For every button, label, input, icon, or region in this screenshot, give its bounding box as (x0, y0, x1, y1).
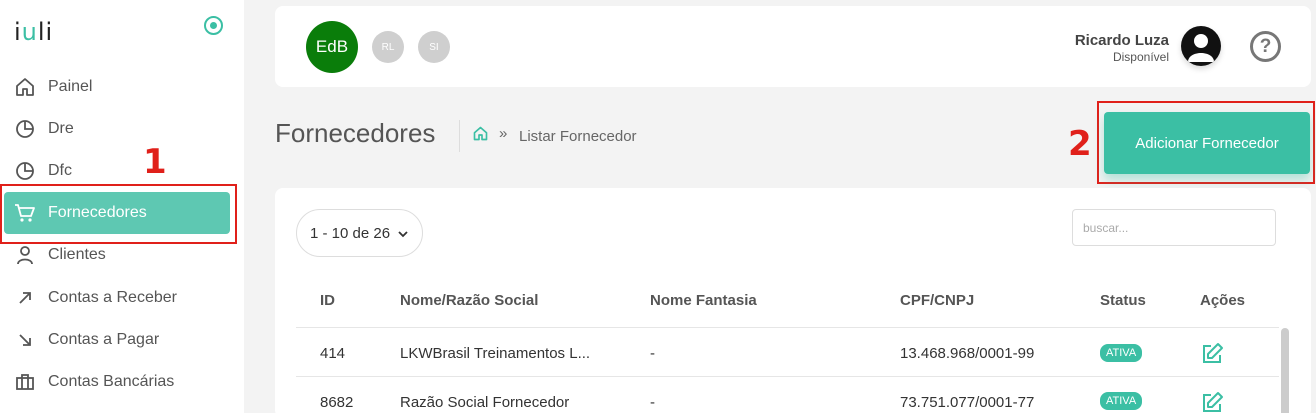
column-header-status[interactable]: Status (1100, 292, 1146, 309)
edit-icon[interactable] (1200, 391, 1224, 413)
sidebar-item-contas-receber[interactable]: Contas a Receber (4, 277, 230, 319)
cell-id: 8682 (320, 394, 354, 411)
user-avatar[interactable] (1181, 26, 1221, 66)
top-header: EdB RL SI Ricardo Luza Disponível ? (275, 6, 1311, 87)
row-divider (296, 327, 1279, 328)
pager-label: 1 - 10 de 26 (310, 224, 391, 242)
annotation-box-1 (0, 184, 237, 244)
user-icon (14, 244, 36, 266)
row-divider (296, 376, 1279, 377)
sidebar-item-label: Dre (48, 120, 74, 137)
add-fornecedor-button[interactable]: Adicionar Fornecedor (1104, 112, 1310, 174)
sidebar-item-label: Dfc (48, 162, 72, 179)
sidebar-item-label: Contas a Receber (48, 289, 177, 306)
sidebar-item-label: Contas a Pagar (48, 331, 160, 348)
company-avatar-si[interactable]: SI (418, 31, 450, 63)
pie-chart-icon (14, 118, 36, 140)
annotation-number-1: 1 (143, 142, 167, 182)
app-logo[interactable]: iuli (14, 18, 53, 46)
breadcrumb: Listar Fornecedor (519, 128, 637, 145)
status-badge: ATIVA (1100, 344, 1143, 362)
sidebar-item-label: Contas Bancárias (48, 373, 175, 390)
chevron-down-icon (398, 225, 408, 242)
column-header-fantasia[interactable]: Nome Fantasia (650, 292, 757, 309)
sidebar-item-contas-pagar[interactable]: Contas a Pagar (4, 319, 230, 361)
cell-id: 414 (320, 345, 346, 362)
sidebar-item-label: Clientes (48, 246, 106, 263)
page-title: Fornecedores (275, 118, 436, 148)
table-scrollbar[interactable] (1281, 328, 1289, 413)
page-size-select[interactable]: 1 - 10 de 26 (296, 209, 423, 257)
user-status: Disponível (1112, 50, 1169, 64)
company-avatar-edb[interactable]: EdB (306, 21, 358, 73)
sidebar-item-dre[interactable]: Dre (4, 108, 230, 150)
sidebar-item-label: Painel (48, 78, 93, 95)
home-icon (14, 76, 36, 98)
sidebar-item-painel[interactable]: Painel (4, 66, 230, 108)
annotation-number-2: 2 (1068, 124, 1092, 164)
pie-chart-icon (14, 160, 36, 182)
cell-cnpj: 73.751.077/0001-77 (900, 394, 1035, 411)
search-input[interactable] (1072, 209, 1276, 246)
cell-nome: LKWBrasil Treinamentos L... (400, 345, 591, 362)
column-header-acoes: Ações (1200, 292, 1246, 309)
column-header-nome[interactable]: Nome/Razão Social (400, 292, 538, 309)
column-header-id[interactable]: ID (320, 292, 335, 309)
divider (459, 120, 460, 152)
breadcrumb-separator: » (499, 125, 508, 142)
arrow-down-right-icon (14, 329, 36, 351)
edit-icon[interactable] (1200, 342, 1224, 371)
briefcase-icon (14, 371, 36, 393)
sidebar-item-contas-bancarias[interactable]: Contas Bancárias (4, 361, 230, 403)
status-badge: ATIVA (1100, 392, 1143, 410)
company-avatar-rl[interactable]: RL (372, 31, 404, 63)
column-header-cnpj[interactable]: CPF/CNPJ (900, 292, 974, 309)
home-icon[interactable] (473, 126, 488, 146)
help-icon[interactable]: ? (1250, 31, 1281, 62)
arrow-up-right-icon (14, 287, 36, 309)
cell-cnpj: 13.468.968/0001-99 (900, 345, 1035, 362)
user-name: Ricardo Luza (1074, 32, 1169, 49)
cell-nome: Razão Social Fornecedor (400, 394, 570, 411)
settings-icon[interactable] (204, 16, 223, 35)
cell-fantasia: - (650, 394, 655, 411)
cell-fantasia: - (650, 345, 655, 362)
fornecedores-table-card: 1 - 10 de 26 ID Nome/Razão Social Nome F… (275, 188, 1311, 413)
